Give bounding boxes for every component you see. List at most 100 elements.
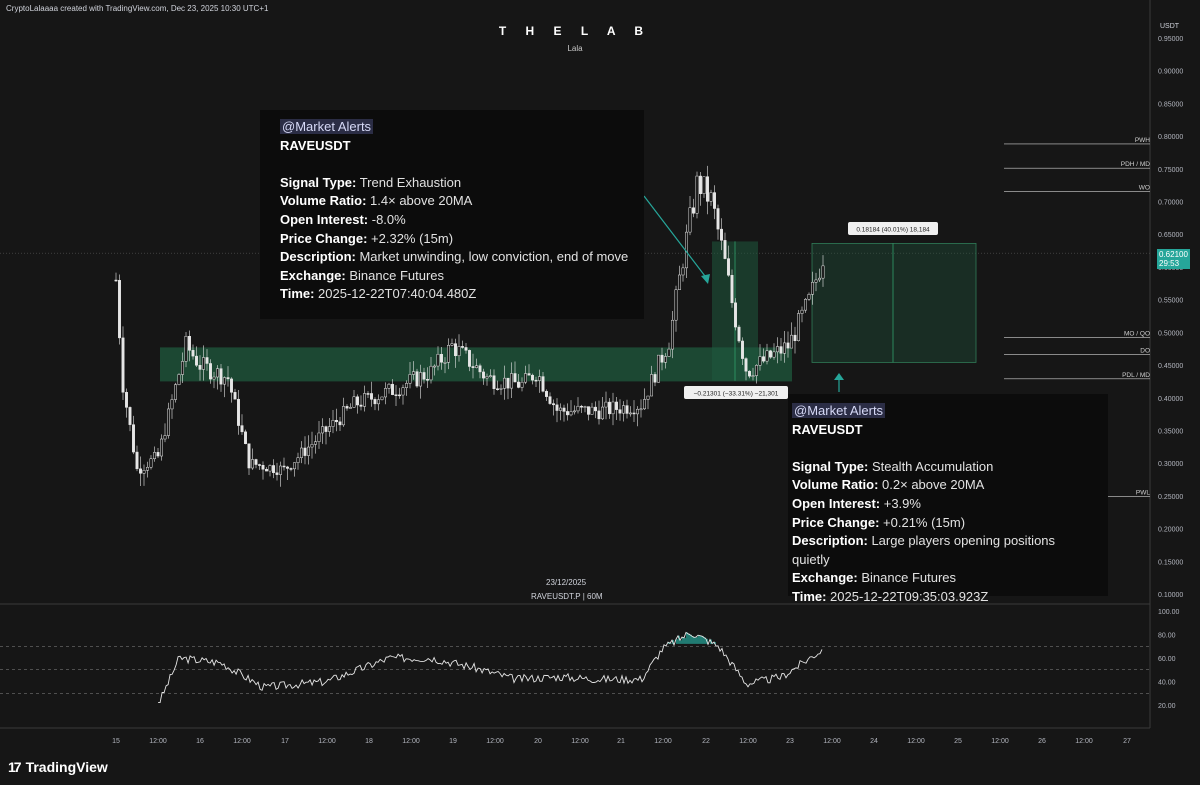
key-level-label: PDH / MD: [1121, 161, 1151, 168]
candle: [807, 294, 811, 300]
candle: [258, 464, 261, 466]
candle: [569, 411, 573, 416]
time-tick-label: 18: [365, 738, 373, 745]
candle: [716, 208, 720, 230]
tradingview-logo[interactable]: 17 TradingView: [8, 759, 108, 775]
candle: [338, 421, 342, 426]
alert-symbol: RAVEUSDT: [280, 137, 351, 153]
candle: [387, 383, 391, 389]
time-tick-label: 24: [870, 738, 878, 745]
demand-zone: [160, 347, 792, 382]
candle: [436, 353, 440, 367]
candle: [212, 376, 216, 380]
candle: [667, 348, 671, 357]
candle: [559, 407, 562, 411]
candle: [244, 431, 247, 444]
candle: [660, 354, 664, 363]
candle: [517, 381, 520, 388]
candle: [121, 337, 125, 393]
candle: [548, 396, 552, 404]
candle: [786, 342, 790, 349]
candle: [303, 447, 307, 456]
alert-row: Time: 2025-12-22T07:40:04.480Z: [280, 286, 477, 302]
candle: [541, 376, 545, 392]
candle: [461, 346, 464, 348]
candle: [730, 275, 734, 304]
time-tick-label: 12:00: [233, 738, 251, 745]
rise-measure-box: [811, 242, 977, 363]
candle: [765, 350, 769, 362]
candle: [793, 334, 797, 342]
candle: [457, 346, 461, 357]
alert-symbol: RAVEUSDT: [792, 421, 863, 437]
candle: [562, 407, 566, 412]
candle: [552, 403, 555, 406]
alert-row: Volume Ratio: 1.4× above 20MA: [280, 193, 473, 209]
candle: [723, 240, 727, 259]
candle: [650, 374, 653, 397]
candle: [503, 377, 506, 389]
candle: [191, 350, 195, 357]
candle: [275, 472, 279, 475]
alert-row: Signal Type: Stealth Accumulation: [792, 458, 994, 474]
alert-row: Exchange: Binance Futures: [792, 570, 957, 586]
time-tick-label: 12:00: [654, 738, 672, 745]
key-level-label: DO: [1140, 348, 1150, 355]
candle: [300, 447, 303, 458]
price-tick-label: 0.15000: [1158, 559, 1183, 566]
candle: [447, 345, 450, 363]
key-level-label: WO: [1139, 185, 1150, 192]
candle: [324, 426, 328, 432]
chart-subtitle: Lala: [567, 44, 583, 53]
candle: [205, 357, 209, 364]
candle: [254, 459, 258, 465]
time-tick-label: 12:00: [149, 738, 167, 745]
candle: [601, 406, 604, 420]
candle: [146, 467, 149, 471]
chart-attribution: CryptoLalaaaa created with TradingView.c…: [6, 4, 269, 13]
candle: [664, 356, 667, 363]
candle: [454, 343, 457, 357]
price-tick-label: 0.80000: [1158, 134, 1183, 141]
candle: [527, 373, 531, 376]
alert-row: Signal Type: Trend Exhaustion: [280, 174, 462, 190]
time-tick-label: 20: [534, 738, 542, 745]
candle: [772, 351, 776, 358]
candle: [713, 192, 716, 209]
time-tick-label: 15: [112, 738, 120, 745]
candle: [366, 393, 370, 395]
candle: [632, 412, 636, 415]
alert-mention[interactable]: @Market Alerts: [792, 403, 886, 418]
candle: [625, 405, 629, 414]
candle: [695, 175, 699, 214]
alert-mention[interactable]: @Market Alerts: [280, 119, 374, 134]
key-level-label: PWL: [1136, 490, 1150, 497]
candle: [184, 335, 188, 362]
candle: [247, 443, 251, 469]
candle: [261, 465, 265, 470]
candle: [321, 426, 324, 434]
alert-card-trend-exhaustion: @Market Alerts RAVEUSDT Signal Type: Tre…: [260, 110, 644, 319]
candle: [230, 378, 233, 393]
candle: [223, 377, 226, 385]
candle: [594, 406, 597, 412]
candle: [401, 387, 405, 396]
price-tick-label: 0.55000: [1158, 298, 1183, 305]
candle: [702, 176, 706, 194]
candle: [499, 388, 503, 390]
candle: [506, 377, 510, 389]
time-tick-label: 26: [1038, 738, 1046, 745]
candle: [800, 309, 804, 314]
candle: [440, 353, 443, 363]
price-tick-label: 0.50000: [1158, 330, 1183, 337]
chart-date-label: 23/12/2025: [546, 578, 587, 587]
alert-row: Volume Ratio: 0.2× above 20MA: [792, 477, 985, 493]
candle: [359, 404, 363, 407]
candle: [769, 350, 772, 358]
candle: [419, 372, 422, 387]
candle: [335, 419, 338, 423]
candle: [604, 401, 608, 408]
price-tick-label: 0.85000: [1158, 101, 1183, 108]
price-tick-label: 0.25000: [1158, 494, 1183, 501]
candle: [160, 438, 163, 457]
